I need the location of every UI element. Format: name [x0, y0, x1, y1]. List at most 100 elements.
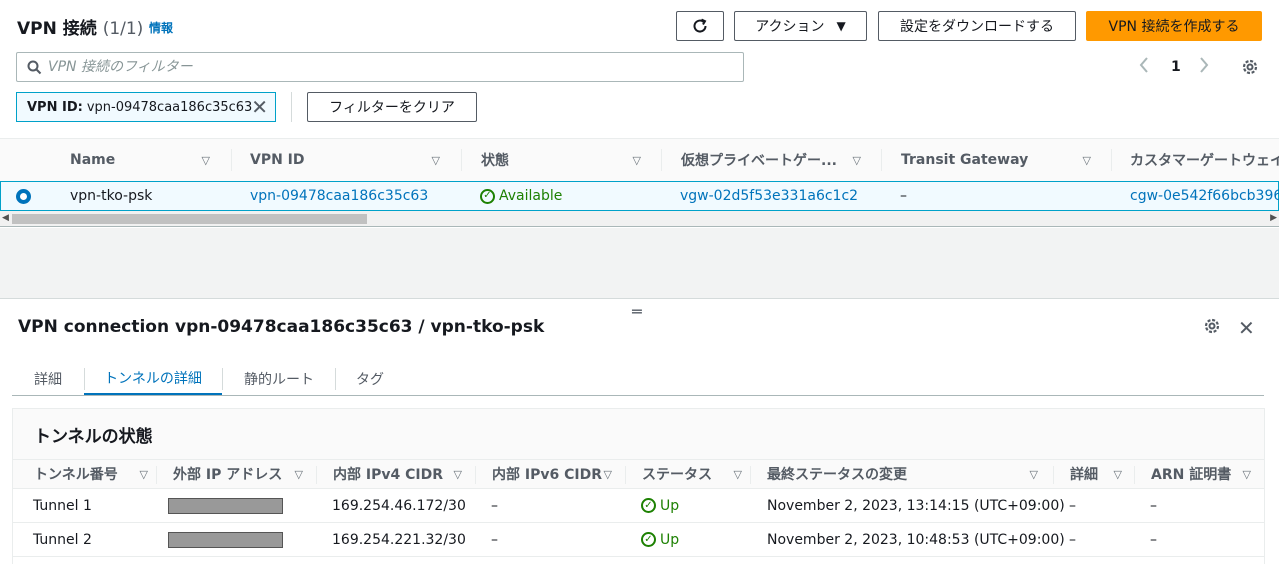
refresh-button[interactable] [676, 11, 724, 41]
remove-filter-close-icon[interactable]: ✕ [251, 95, 268, 119]
column-header-state[interactable]: 状態 ▽ [481, 139, 651, 181]
column-label: 外部 IP アドレス [173, 467, 283, 483]
column-divider [1111, 149, 1112, 171]
cell-state: ✓ Available [480, 182, 562, 210]
status-text: Up [660, 497, 680, 514]
scrollbar-thumb[interactable] [12, 214, 367, 224]
tab-divider [222, 368, 223, 390]
column-header-last-status-change[interactable]: 最終ステータスの変更 ▽ [767, 460, 1044, 488]
cell-vpn-id-link[interactable]: vpn-09478caa186c35c63 [250, 182, 428, 210]
check-circle-icon: ✓ [641, 498, 656, 513]
cell-arn: – [1150, 497, 1157, 514]
column-header-transit-gateway[interactable]: Transit Gateway ▽ [901, 139, 1101, 181]
filter-token-value: vpn-09478caa186c35c63 [86, 99, 253, 115]
tab-static-routes[interactable]: 静的ルート [230, 362, 328, 396]
filter-field[interactable] [16, 52, 744, 82]
status-text: Up [660, 531, 680, 548]
cell-ipv4: 169.254.46.172/30 [332, 497, 466, 514]
cell-details: – [1069, 531, 1076, 548]
info-link[interactable]: 情報 [149, 19, 173, 36]
column-divider [1053, 466, 1054, 484]
create-vpn-button[interactable]: VPN 接続を作成する [1086, 11, 1262, 41]
cell-vgw-link[interactable]: vgw-02d5f53e331a6c1c2 [680, 182, 858, 210]
column-header-tunnel-number[interactable]: トンネル番号 ▽ [34, 460, 154, 488]
column-header-arn-cert[interactable]: ARN 証明書 ▽ [1151, 460, 1257, 488]
cell-status: ✓ Up [641, 489, 679, 522]
column-label: カスタマーゲートウェイ [1130, 153, 1279, 169]
column-header-cgw[interactable]: カスタマーゲートウェイ [1130, 139, 1279, 181]
cell-tunnel: Tunnel 1 [33, 497, 92, 514]
column-divider [475, 466, 476, 484]
actions-button[interactable]: アクション ▼ [734, 11, 867, 41]
column-divider [661, 149, 662, 171]
panel-gear-icon[interactable] [1203, 317, 1221, 339]
column-header-external-ip[interactable]: 外部 IP アドレス ▽ [173, 460, 309, 488]
tab-divider [335, 368, 336, 390]
sort-icon: ▽ [852, 153, 861, 167]
filter-input[interactable] [48, 59, 728, 75]
page-number[interactable]: 1 [1171, 59, 1181, 75]
cell-ipv6: – [491, 497, 498, 514]
sort-icon: ▽ [139, 467, 148, 481]
row-select-radio[interactable] [16, 189, 31, 204]
clear-filter-button[interactable]: フィルターをクリア [307, 92, 477, 122]
cell-last-change: November 2, 2023, 10:48:53 (UTC+09:00) [767, 531, 1065, 548]
sort-icon: ▽ [603, 467, 612, 481]
column-divider [625, 466, 626, 484]
column-header-name[interactable]: Name ▽ [70, 139, 220, 181]
sort-icon: ▽ [733, 467, 742, 481]
page-title: VPN 接続 (1/1) [17, 14, 143, 39]
cell-ipv6: – [491, 531, 498, 548]
sort-icon: ▽ [1082, 153, 1091, 167]
refresh-icon [693, 18, 707, 33]
sort-icon: ▽ [294, 467, 303, 481]
column-label: トンネル番号 [34, 467, 118, 483]
scroll-left-icon[interactable]: ◀ [2, 213, 9, 223]
close-panel-icon[interactable]: ✕ [1238, 316, 1255, 340]
horizontal-scrollbar[interactable]: ◀ ▶ [0, 211, 1279, 227]
divider [291, 92, 292, 122]
column-label: 仮想プライベートゲー... [681, 153, 837, 169]
cell-name: vpn-tko-psk [70, 188, 153, 204]
table-row[interactable]: vpn-tko-psk vpn-09478caa186c35c63 ✓ Avai… [0, 181, 1279, 211]
caret-down-icon: ▼ [836, 19, 846, 33]
column-divider [461, 149, 462, 171]
split-panel-drag-handle-icon[interactable]: ═ [632, 302, 642, 321]
column-label: ステータス [642, 467, 712, 483]
tab-tunnel-details[interactable]: トンネルの詳細 [84, 362, 222, 396]
redacted-block [168, 497, 283, 514]
actions-label: アクション [755, 19, 825, 35]
download-config-button[interactable]: 設定をダウンロードする [878, 11, 1076, 41]
column-divider [316, 466, 317, 484]
tab-details[interactable]: 詳細 [20, 362, 76, 396]
sort-icon: ▽ [1242, 467, 1251, 481]
filter-token-key: VPN ID: [27, 99, 83, 115]
column-header-details[interactable]: 詳細 ▽ [1070, 460, 1128, 488]
resource-count: (1/1) [102, 19, 144, 39]
cell-ipv4: 169.254.221.32/30 [332, 531, 466, 548]
column-header-inner-ipv4[interactable]: 内部 IPv4 CIDR ▽ [333, 460, 468, 488]
clear-filter-label: フィルターをクリア [329, 100, 455, 116]
next-page-icon[interactable] [1198, 55, 1210, 79]
table-header: Name ▽ VPN ID ▽ 状態 ▽ 仮想プライベートゲー... ▽ Transit… [0, 138, 1279, 182]
column-label: 内部 IPv6 CIDR [492, 467, 602, 483]
cell-cgw-link[interactable]: cgw-0e542f66bcb3965 [1130, 182, 1279, 210]
column-header-status[interactable]: ステータス ▽ [642, 460, 748, 488]
tab-tags[interactable]: タグ [340, 362, 400, 396]
column-header-vpn-id[interactable]: VPN ID ▽ [250, 139, 450, 181]
column-header-vgw[interactable]: 仮想プライベートゲー... ▽ [681, 139, 871, 181]
column-label: 最終ステータスの変更 [767, 467, 907, 483]
column-label: Transit Gateway [901, 152, 1029, 168]
sort-icon: ▽ [201, 153, 210, 167]
prev-page-icon[interactable] [1138, 55, 1150, 79]
page-title-text: VPN 接続 [17, 19, 97, 39]
sort-icon: ▽ [1113, 467, 1122, 481]
column-header-inner-ipv6[interactable]: 内部 IPv6 CIDR ▽ [492, 460, 618, 488]
cell-arn: – [1150, 531, 1157, 548]
scroll-right-icon[interactable]: ▶ [1270, 213, 1277, 223]
sort-icon: ▽ [1029, 467, 1038, 481]
cell-external-ip [168, 489, 283, 522]
preferences-gear-icon[interactable] [1241, 58, 1259, 80]
section-title: トンネルの状態 [34, 427, 153, 447]
column-divider [231, 149, 232, 171]
